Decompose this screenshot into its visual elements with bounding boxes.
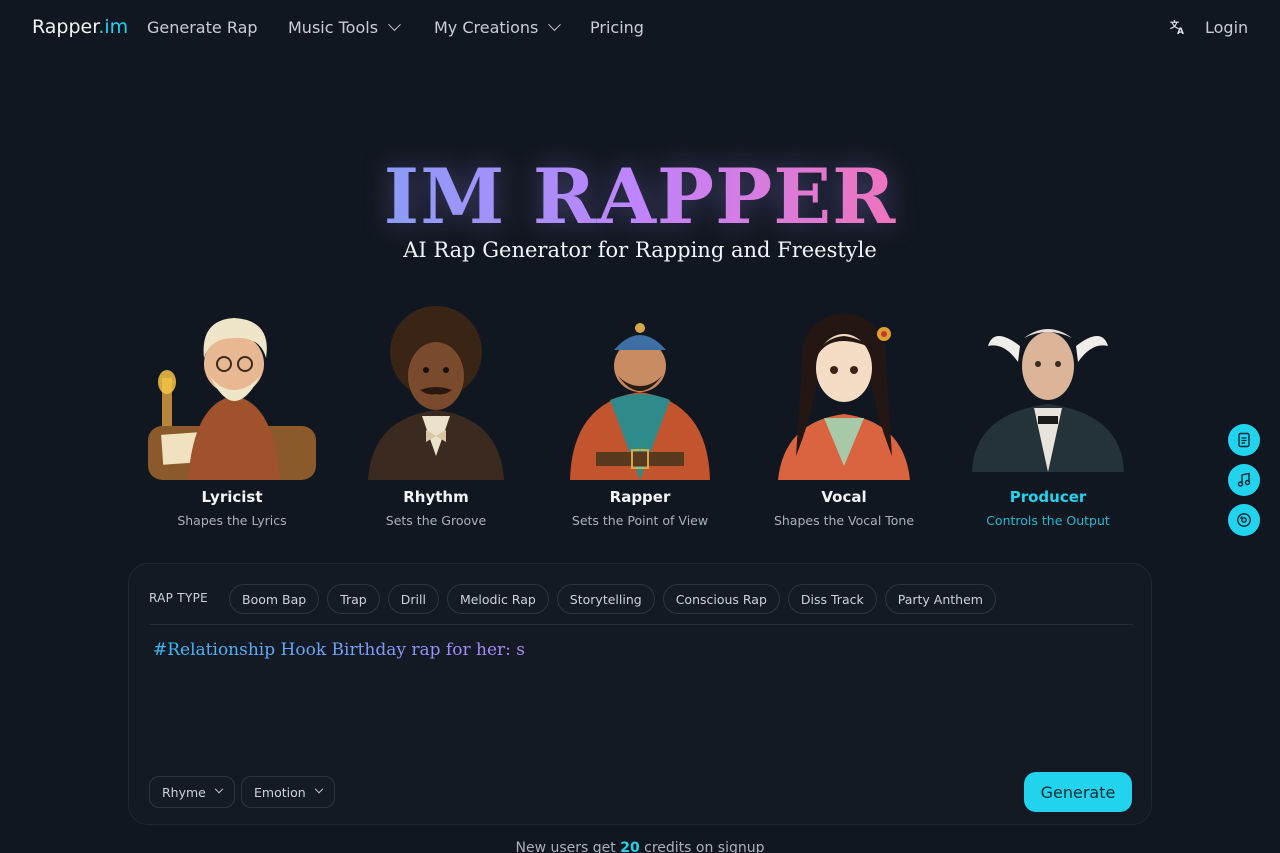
hero-subtitle: AI Rap Generator for Rapping and Freesty… [403,238,877,262]
character-desc: Sets the Point of View [571,513,709,528]
nav-my-creations[interactable]: My Creations [434,18,562,37]
nav-music-tools[interactable]: Music Tools [288,18,401,37]
character-name: Rapper [609,488,671,506]
rap-editor-panel: RAP TYPE Boom Bap Trap Drill Melodic Rap… [128,563,1152,825]
character-desc: Shapes the Vocal Tone [773,513,915,528]
music-note-icon[interactable] [1228,464,1260,496]
character-desc: Sets the Groove [385,513,487,528]
vocal-portrait [760,306,928,480]
disc-icon[interactable] [1228,504,1260,536]
nav-link-label: Pricing [590,18,644,37]
character-lyricist[interactable]: Lyricist Shapes the Lyrics [144,306,320,528]
svg-text:A: A [1177,27,1184,35]
top-nav: Rapper.im Generate Rap Music Tools My Cr… [0,0,1280,56]
rapper-portrait [556,306,724,480]
character-desc: Shapes the Lyrics [177,513,287,528]
chip-boom-bap[interactable]: Boom Bap [229,584,320,614]
chevron-down-icon [214,784,224,794]
character-desc: Controls the Output [986,513,1110,528]
character-vocal[interactable]: Vocal Shapes the Vocal Tone [756,306,932,528]
hero-title: IM RAPPER [0,152,1280,241]
rhythm-portrait [352,306,520,480]
chip-conscious-rap[interactable]: Conscious Rap [662,584,780,614]
chevron-down-icon [548,18,562,32]
divider [149,624,1133,625]
nav-link-label: My Creations [434,18,539,37]
character-name: Rhythm [403,488,469,506]
chevron-down-icon [314,784,323,794]
character-producer[interactable]: Producer Controls the Output [960,306,1136,528]
rhyme-select-label: Rhyme [162,784,206,800]
translate-icon[interactable]: 文A [1169,19,1186,39]
emotion-select-label: Emotion [254,784,306,800]
character-rapper[interactable]: Rapper Sets the Point of View [552,306,728,528]
character-name: Vocal [821,488,867,506]
nav-link-label: Generate Rap [147,18,258,37]
document-icon[interactable] [1228,424,1260,456]
chevron-down-icon [388,18,401,32]
nav-link-label: Music Tools [288,18,379,37]
brand-accent: .im [98,16,129,38]
character-name: Producer [1009,488,1087,506]
chip-trap[interactable]: Trap [327,584,380,614]
note-before: New users get [515,840,621,853]
chip-party-anthem[interactable]: Party Anthem [884,584,996,614]
prompt-input[interactable]: #Relationship Hook Birthday rap for her:… [153,640,1113,660]
emotion-select[interactable]: Emotion [241,776,335,808]
brand-main: Rapper [32,16,99,38]
signup-credits-note: New users get 20 credits on signup [0,840,1280,853]
lyricist-portrait [148,306,316,480]
login-link[interactable]: Login [1205,18,1248,37]
rap-type-label: RAP TYPE [149,591,208,605]
generate-button[interactable]: Generate [1024,772,1132,812]
brand-logo[interactable]: Rapper.im [32,16,128,38]
chip-drill[interactable]: Drill [387,584,439,614]
character-rhythm[interactable]: Rhythm Sets the Groove [348,306,524,528]
character-name: Lyricist [201,488,263,506]
credits-count: 20 [620,840,640,853]
nav-generate-rap[interactable]: Generate Rap [147,18,258,37]
producer-portrait [964,306,1132,480]
rhyme-select[interactable]: Rhyme [149,776,235,808]
note-after: credits on signup [639,840,765,853]
chip-melodic-rap[interactable]: Melodic Rap [446,584,549,614]
nav-pricing[interactable]: Pricing [590,18,644,37]
chip-diss-track[interactable]: Diss Track [787,584,877,614]
rap-type-chips: Boom Bap Trap Drill Melodic Rap Storytel… [229,584,996,614]
chip-storytelling[interactable]: Storytelling [556,584,655,614]
